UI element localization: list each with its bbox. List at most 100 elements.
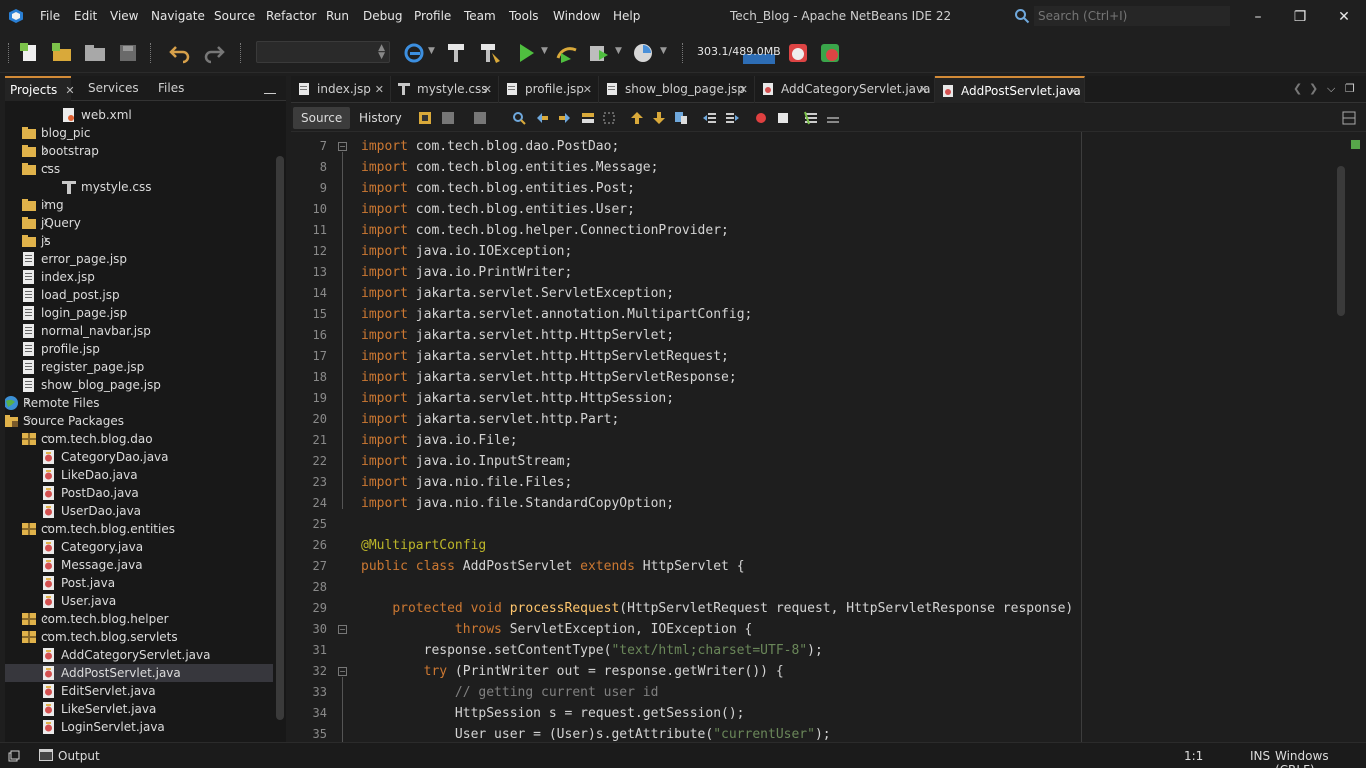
code-line[interactable]: import com.tech.blog.dao.PostDao; [361,136,619,157]
code-line[interactable]: import com.tech.blog.entities.Message; [361,157,658,178]
menu-debug[interactable]: Debug [363,9,402,23]
tree-node[interactable]: Message.java [5,556,273,574]
toggle-bookmark-icon[interactable] [673,110,689,126]
toggle-rect-selection-icon[interactable] [601,110,617,126]
code-line[interactable]: import jakarta.servlet.http.HttpServlet; [361,325,674,346]
find-previous-icon[interactable] [534,110,550,126]
tab-addcategoryservlet-java[interactable]: AddCategoryServlet.java ✕ [755,76,935,103]
profiler-dropdown-icon[interactable]: ▼ [660,46,667,56]
menu-navigate[interactable]: Navigate [151,9,205,23]
code-line[interactable]: import jakarta.servlet.http.Part; [361,409,619,430]
close-icon[interactable]: ✕ [739,76,748,103]
no-errors-indicator[interactable] [1351,140,1360,149]
code-line[interactable]: HttpSession s = request.getSession(); [361,703,745,724]
menu-run[interactable]: Run [326,9,349,23]
menu-edit[interactable]: Edit [74,9,97,23]
tab-profile-jsp[interactable]: profile.jsp ✕ [499,76,599,103]
new-project-icon[interactable] [50,41,74,65]
profile-dropdown-icon[interactable]: ▼ [615,46,622,56]
maximize-editor-icon[interactable]: ❐ [1345,82,1355,95]
tab-projects[interactable]: Projects ✕ [5,76,75,101]
code-line[interactable]: import jakarta.servlet.http.HttpServletR… [361,367,737,388]
menu-refactor[interactable]: Refactor [266,9,316,23]
code-line[interactable]: import jakarta.servlet.annotation.Multip… [361,304,752,325]
source-view-button[interactable]: Source [293,107,351,129]
menu-team[interactable]: Team [464,9,496,23]
tree-node[interactable]: › com.tech.blog.helper [5,610,273,628]
close-window-button[interactable]: ✕ [1334,7,1354,27]
tree-node[interactable]: error_page.jsp [5,250,273,268]
tree-node[interactable]: ⌄ com.tech.blog.servlets [5,628,273,646]
new-file-icon[interactable] [18,41,42,65]
menu-help[interactable]: Help [613,9,640,23]
search-input[interactable] [1034,6,1230,26]
code-line[interactable]: import java.nio.file.Files; [361,472,572,493]
fold-toggle-icon[interactable]: − [338,625,347,634]
run-dropdown-icon[interactable]: ▼ [541,46,548,56]
tab-mystyle-css[interactable]: mystyle.css ✕ [391,76,499,103]
maximize-window-button[interactable]: ❐ [1290,7,1310,27]
shift-left-icon[interactable] [702,110,718,126]
code-line[interactable]: User user = (User)s.getAttribute("curren… [361,724,831,742]
tree-node[interactable]: User.java [5,592,273,610]
memory-indicator[interactable]: 303.1/489.0MB [695,43,781,65]
attach-profiler-icon[interactable] [631,41,655,65]
tree-node[interactable]: web.xml [5,106,273,124]
code-line[interactable]: import jakarta.servlet.http.HttpServletR… [361,346,729,367]
code-line[interactable]: import jakarta.servlet.ServletException; [361,283,674,304]
shift-right-icon[interactable] [724,110,740,126]
tree-node[interactable]: CategoryDao.java [5,448,273,466]
quick-search[interactable] [1010,6,1230,26]
tree-node[interactable]: normal_navbar.jsp [5,322,273,340]
tree-node[interactable]: › Remote Files [5,394,273,412]
tree-node[interactable]: blog_pic [5,124,273,142]
output-window-icon[interactable] [38,747,54,763]
build-hammer-icon[interactable] [444,41,468,65]
redo-icon[interactable] [202,41,226,65]
uncomment-icon[interactable] [825,110,841,126]
menu-tools[interactable]: Tools [509,9,539,23]
tree-node[interactable]: UserDao.java [5,502,273,520]
editor-scrollbar[interactable] [1337,166,1345,316]
caret-position[interactable]: 1:1 [1184,749,1203,763]
tree-node[interactable]: ⌄ Source Packages [5,412,273,430]
previous-bookmark-icon[interactable] [629,110,645,126]
browser-dropdown-icon[interactable]: ▼ [428,46,435,56]
back-icon[interactable] [440,110,456,126]
code-line[interactable]: // getting current user id [361,682,659,703]
tab-files[interactable]: Files [153,76,203,101]
tree-node[interactable]: AddPostServlet.java [5,664,273,682]
forward-icon[interactable] [472,110,488,126]
undo-icon[interactable] [168,41,192,65]
configuration-select[interactable]: ▲ ▼ [256,41,390,63]
run-project-icon[interactable] [514,41,538,65]
stop-macro-recording-icon[interactable] [775,110,791,126]
tree-node[interactable]: register_page.jsp [5,358,273,376]
clean-build-icon[interactable] [478,41,502,65]
tree-node[interactable]: profile.jsp [5,340,273,358]
minimize-panel-icon[interactable] [264,82,276,94]
code-line[interactable]: @MultipartConfig [361,535,486,556]
tree-node[interactable]: LikeServlet.java [5,700,273,718]
tab-services[interactable]: Services [83,76,145,101]
last-edit-icon[interactable] [417,110,433,126]
browser-icon[interactable] [402,41,426,65]
split-editor-icon[interactable] [1341,110,1357,126]
tab-addpostservlet-java[interactable]: AddPostServlet.java ✕ [935,76,1085,103]
code-line[interactable]: import com.tech.blog.entities.User; [361,199,635,220]
tree-node[interactable]: AddCategoryServlet.java [5,646,273,664]
tree-node[interactable]: ⌄ css [5,160,273,178]
fold-toggle-icon[interactable]: − [338,667,347,676]
tree-node[interactable]: LoginServlet.java [5,718,273,736]
tab-index-jsp[interactable]: index.jsp ✕ [291,76,391,103]
tree-node[interactable]: ⌄ com.tech.blog.dao [5,430,273,448]
code-line[interactable]: import com.tech.blog.entities.Post; [361,178,635,199]
find-next-icon[interactable] [557,110,573,126]
code-line[interactable]: import java.io.File; [361,430,518,451]
close-icon[interactable]: ✕ [1069,78,1078,105]
save-all-icon[interactable] [116,41,140,65]
menu-file[interactable]: File [40,9,60,23]
tree-node[interactable]: mystyle.css [5,178,273,196]
tree-node[interactable]: ⌄ com.tech.blog.entities [5,520,273,538]
tree-node[interactable]: index.jsp [5,268,273,286]
